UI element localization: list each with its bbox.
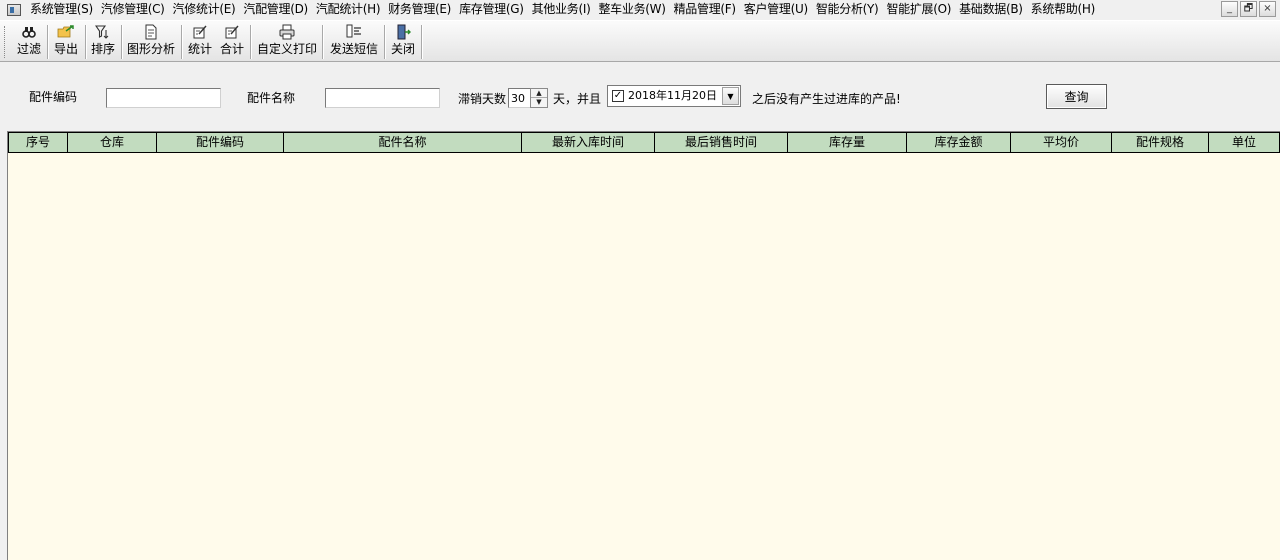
chevron-down-icon[interactable]: ▼ xyxy=(722,87,739,105)
menu-analysis[interactable]: 智能分析(Y) xyxy=(812,0,883,19)
after-label: 之后没有产生过进库的产品! xyxy=(752,92,901,106)
col-header-stock-amount[interactable]: 库存金额 xyxy=(907,132,1011,153)
menu-basedata[interactable]: 基础数据(B) xyxy=(955,0,1027,19)
col-header-avg-price[interactable]: 平均价 xyxy=(1011,132,1112,153)
toolbar: 过滤 导出 排序 图形分析 统计 合计 自定义打印 发送短信 关闭 xyxy=(0,20,1280,62)
part-code-input[interactable] xyxy=(106,88,221,108)
menu-vehicle[interactable]: 整车业务(W) xyxy=(594,0,669,19)
chart-analysis-button[interactable]: 图形分析 xyxy=(125,24,177,60)
toolbar-separator xyxy=(85,25,87,59)
part-name-input[interactable] xyxy=(325,88,440,108)
sms-icon xyxy=(328,24,380,42)
toolbar-separator xyxy=(384,25,386,59)
restore-button[interactable]: 🗗 xyxy=(1240,1,1257,17)
minimize-button[interactable]: _ xyxy=(1221,1,1238,17)
slow-days-input[interactable] xyxy=(508,88,531,108)
toolbar-separator xyxy=(250,25,252,59)
menu-customer[interactable]: 客户管理(U) xyxy=(740,0,812,19)
menu-bar: 系统管理(S) 汽修管理(C) 汽修统计(E) 汽配管理(D) 汽配统计(H) … xyxy=(0,0,1280,19)
col-header-part-name[interactable]: 配件名称 xyxy=(284,132,522,153)
document-chart-icon xyxy=(125,24,177,42)
statistics-button[interactable]: 统计 xyxy=(186,24,214,60)
custom-print-button[interactable]: 自定义打印 xyxy=(256,24,318,60)
slow-days-spinner[interactable]: ▲ ▼ xyxy=(530,88,548,108)
exit-door-icon xyxy=(388,24,418,42)
col-header-spec[interactable]: 配件规格 xyxy=(1112,132,1209,153)
toolbar-separator xyxy=(47,25,49,59)
col-header-stock-qty[interactable]: 库存量 xyxy=(788,132,907,153)
menu-repair-stats[interactable]: 汽修统计(E) xyxy=(169,0,240,19)
window-controls: _ 🗗 × xyxy=(1221,1,1276,17)
date-picker[interactable]: ✓ 2018年11月20日 ▼ xyxy=(607,85,741,107)
toolbar-grip[interactable] xyxy=(4,26,7,58)
close-button[interactable]: 关闭 xyxy=(388,24,418,60)
col-header-index[interactable]: 序号 xyxy=(8,132,68,153)
spin-down-icon[interactable]: ▼ xyxy=(531,98,547,107)
col-header-latest-in[interactable]: 最新入库时间 xyxy=(522,132,655,153)
filter-button[interactable]: 过滤 xyxy=(14,24,44,60)
close-window-button[interactable]: × xyxy=(1259,1,1276,17)
menu-parts-stats[interactable]: 汽配统计(H) xyxy=(312,0,384,19)
printer-icon xyxy=(256,24,318,42)
filter-panel: 配件编码 配件名称 滞销天数 ▲ ▼ 天，并且 ✓ 2018年11月20日 ▼ … xyxy=(0,63,1280,131)
menu-extension[interactable]: 智能扩展(O) xyxy=(882,0,955,19)
menu-system[interactable]: 系统管理(S) xyxy=(26,0,97,19)
total-button[interactable]: 合计 xyxy=(218,24,246,60)
spin-up-icon[interactable]: ▲ xyxy=(531,89,547,98)
date-value: 2018年11月20日 xyxy=(628,89,717,102)
date-checkbox[interactable]: ✓ xyxy=(612,90,624,102)
menu-repair[interactable]: 汽修管理(C) xyxy=(97,0,169,19)
export-button[interactable]: 导出 xyxy=(51,24,81,60)
part-name-label: 配件名称 xyxy=(247,91,296,105)
menu-other[interactable]: 其他业务(I) xyxy=(528,0,595,19)
app-icon[interactable] xyxy=(7,3,21,16)
edit-note-icon xyxy=(186,24,214,42)
col-header-part-code[interactable]: 配件编码 xyxy=(157,132,284,153)
part-code-label: 配件编码 xyxy=(29,90,78,104)
menu-finance[interactable]: 财务管理(E) xyxy=(384,0,455,19)
toolbar-separator xyxy=(322,25,324,59)
sort-button[interactable]: 排序 xyxy=(89,24,117,60)
menu-help[interactable]: 系统帮助(H) xyxy=(1027,0,1099,19)
col-header-warehouse[interactable]: 仓库 xyxy=(68,132,157,153)
toolbar-separator xyxy=(421,25,423,59)
col-header-unit[interactable]: 单位 xyxy=(1209,132,1280,153)
results-grid[interactable]: 序号 仓库 配件编码 配件名称 最新入库时间 最后销售时间 库存量 库存金额 平… xyxy=(7,131,1280,560)
grid-header: 序号 仓库 配件编码 配件名称 最新入库时间 最后销售时间 库存量 库存金额 平… xyxy=(8,132,1280,153)
folder-export-icon xyxy=(51,24,81,42)
col-header-last-sale[interactable]: 最后销售时间 xyxy=(655,132,788,153)
edit-note-icon xyxy=(218,24,246,42)
binoculars-icon xyxy=(14,24,44,42)
toolbar-separator xyxy=(181,25,183,59)
sort-funnel-icon xyxy=(89,24,117,42)
send-sms-button[interactable]: 发送短信 xyxy=(328,24,380,60)
menu-parts[interactable]: 汽配管理(D) xyxy=(239,0,312,19)
toolbar-separator xyxy=(121,25,123,59)
menu-boutique[interactable]: 精品管理(F) xyxy=(670,0,740,19)
days-and-label: 天，并且 xyxy=(553,92,602,106)
query-button[interactable]: 查询 xyxy=(1046,84,1107,109)
menu-inventory[interactable]: 库存管理(G) xyxy=(455,0,528,19)
slow-days-label: 滞销天数 xyxy=(458,92,507,106)
